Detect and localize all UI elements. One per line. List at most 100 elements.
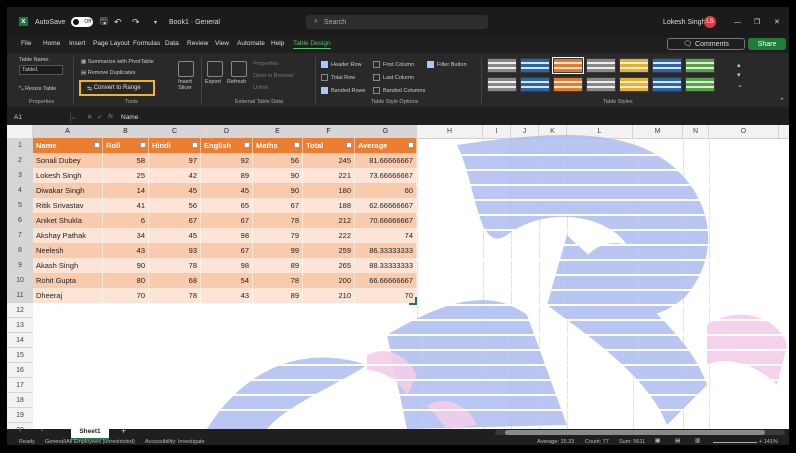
cell-average[interactable]: 74: [355, 228, 417, 243]
column-header-f[interactable]: F: [303, 125, 355, 138]
column-header-l[interactable]: L: [567, 125, 633, 138]
cell-average[interactable]: 70.66666667: [355, 213, 417, 228]
column-header-e[interactable]: E: [253, 125, 303, 138]
cell-name[interactable]: Diwakar Singh: [33, 183, 103, 198]
cell-hindi[interactable]: 56: [149, 198, 201, 213]
column-header-d[interactable]: D: [201, 125, 253, 138]
properties-button[interactable]: Properties: [253, 61, 278, 67]
table-style-swatch[interactable]: [520, 76, 550, 92]
row-header[interactable]: 17: [7, 378, 33, 393]
cell-hindi[interactable]: 42: [149, 168, 201, 183]
cell-english[interactable]: 92: [201, 153, 253, 168]
cell-total[interactable]: 180: [303, 183, 355, 198]
banded-columns-checkbox[interactable]: Banded Columns: [373, 87, 425, 94]
user-name[interactable]: Lokesh Singh: [663, 7, 705, 37]
spreadsheet-grid[interactable]: A B C D E F G H I J K L M N O 1 2 3 4 5 …: [7, 125, 789, 429]
cell-roll[interactable]: 43: [103, 243, 149, 258]
row-header[interactable]: 8: [7, 243, 33, 258]
undo-icon[interactable]: ↶: [114, 7, 122, 37]
save-icon[interactable]: 🖫: [100, 7, 108, 37]
refresh-button[interactable]: Refresh: [227, 79, 246, 85]
cell-roll[interactable]: 58: [103, 153, 149, 168]
tab-automate[interactable]: Automate: [237, 40, 265, 47]
table-style-swatch[interactable]: [619, 76, 649, 92]
column-header-k[interactable]: K: [539, 125, 567, 138]
cancel-icon[interactable]: ✕: [87, 113, 92, 121]
cell-hindi[interactable]: 78: [149, 288, 201, 303]
header-row-checkbox[interactable]: Header Row: [321, 61, 362, 68]
cell-name[interactable]: Akash Singh: [33, 258, 103, 273]
gallery-scroll-down-icon[interactable]: ▾: [737, 71, 741, 79]
tab-file[interactable]: File: [21, 40, 31, 47]
select-all-corner[interactable]: [7, 125, 33, 138]
cell-english[interactable]: 43: [201, 288, 253, 303]
cell-roll[interactable]: 34: [103, 228, 149, 243]
table-style-swatch[interactable]: [552, 57, 584, 74]
column-header-m[interactable]: M: [633, 125, 683, 138]
fx-icon[interactable]: fx: [108, 113, 113, 120]
share-button[interactable]: Share: [748, 38, 786, 50]
cell-total[interactable]: 265: [303, 258, 355, 273]
column-header-n[interactable]: N: [683, 125, 709, 138]
table-header-cell[interactable]: Maths: [253, 138, 303, 153]
row-header[interactable]: 10: [7, 273, 33, 288]
cell-roll[interactable]: 80: [103, 273, 149, 288]
column-header-i[interactable]: I: [483, 125, 511, 138]
row-header[interactable]: 13: [7, 318, 33, 333]
cell-maths[interactable]: 56: [253, 153, 303, 168]
cell-hindi[interactable]: 97: [149, 153, 201, 168]
cell-average[interactable]: 60: [355, 183, 417, 198]
cell-total[interactable]: 188: [303, 198, 355, 213]
cell-name[interactable]: Akshay Pathak: [33, 228, 103, 243]
row-header[interactable]: 12: [7, 303, 33, 318]
filter-dropdown-icon[interactable]: [192, 142, 198, 148]
cell-average[interactable]: 86.33333333: [355, 243, 417, 258]
table-style-swatch[interactable]: [586, 58, 616, 73]
column-header-c[interactable]: C: [149, 125, 201, 138]
cell-total[interactable]: 200: [303, 273, 355, 288]
cell-average[interactable]: 88.33333333: [355, 258, 417, 273]
row-header[interactable]: 2: [7, 153, 33, 168]
first-column-checkbox[interactable]: First Column: [373, 61, 414, 68]
cell-total[interactable]: 212: [303, 213, 355, 228]
table-style-swatch[interactable]: [487, 76, 517, 92]
name-box-dropdown-icon[interactable]: ⌄: [71, 113, 76, 121]
cell-total[interactable]: 259: [303, 243, 355, 258]
cell-name[interactable]: Lokesh Singh: [33, 168, 103, 183]
redo-icon[interactable]: ↷: [132, 7, 140, 37]
cell-roll[interactable]: 6: [103, 213, 149, 228]
column-header-g[interactable]: G: [355, 125, 417, 138]
cell-english[interactable]: 89: [201, 168, 253, 183]
cell-maths[interactable]: 67: [253, 198, 303, 213]
cell-name[interactable]: Dheeraj: [33, 288, 103, 303]
cell-total[interactable]: 222: [303, 228, 355, 243]
resize-table-button[interactable]: ⤡ Resize Table: [19, 86, 56, 93]
filter-dropdown-icon[interactable]: [408, 142, 414, 148]
normal-view-icon[interactable]: ▦: [655, 438, 660, 444]
cell-total[interactable]: 245: [303, 153, 355, 168]
tab-home[interactable]: Home: [43, 40, 60, 47]
cell-english[interactable]: 67: [201, 213, 253, 228]
row-header[interactable]: 9: [7, 258, 33, 273]
banded-rows-checkbox[interactable]: Banded Rows: [321, 87, 365, 94]
row-header[interactable]: 18: [7, 393, 33, 408]
table-header-cell[interactable]: Name: [33, 138, 103, 153]
tab-page-layout[interactable]: Page Layout: [93, 40, 130, 47]
cell-english[interactable]: 45: [201, 183, 253, 198]
cell-hindi[interactable]: 78: [149, 258, 201, 273]
table-header-cell[interactable]: English: [201, 138, 253, 153]
cell-maths[interactable]: 90: [253, 168, 303, 183]
sensitivity-label[interactable]: General\All Employees (unrestricted): [45, 439, 135, 445]
cell-name[interactable]: Sonali Dubey: [33, 153, 103, 168]
export-button[interactable]: Export: [205, 79, 221, 85]
sheet-scroll-left-icon[interactable]: ‹: [19, 427, 21, 434]
table-header-cell[interactable]: Roll: [103, 138, 149, 153]
cell-maths[interactable]: 78: [253, 273, 303, 288]
gallery-more-icon[interactable]: ⌄: [737, 81, 743, 89]
table-header-cell[interactable]: Total: [303, 138, 355, 153]
filter-dropdown-icon[interactable]: [140, 142, 146, 148]
cell-maths[interactable]: 89: [253, 288, 303, 303]
filter-dropdown-icon[interactable]: [294, 142, 300, 148]
cell-name[interactable]: Ritik Srivastav: [33, 198, 103, 213]
cell-english[interactable]: 54: [201, 273, 253, 288]
